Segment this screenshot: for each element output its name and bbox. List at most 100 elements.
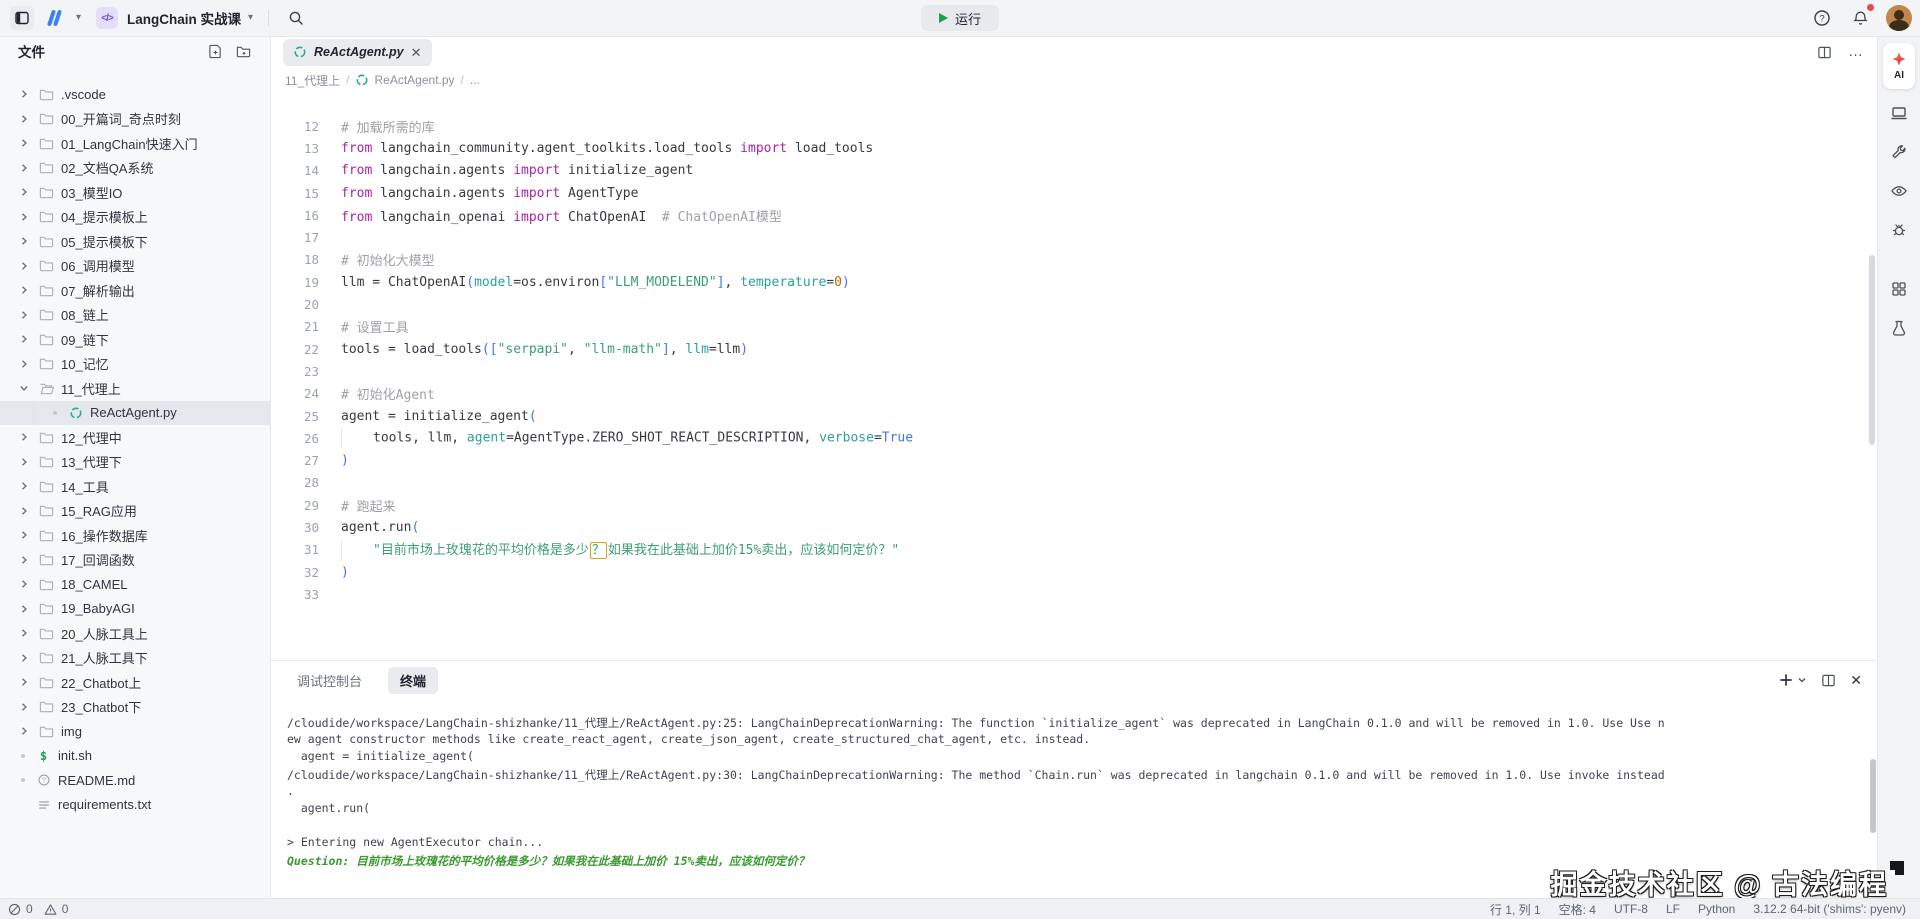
chevron-right-icon[interactable] <box>16 579 32 589</box>
tree-file-README.md[interactable]: ?README.md <box>0 768 270 793</box>
chevron-right-icon[interactable] <box>16 506 32 516</box>
wrench-icon[interactable] <box>1884 137 1914 167</box>
tree-folder-18_CAMEL[interactable]: 18_CAMEL <box>0 572 270 597</box>
user-avatar[interactable] <box>1886 5 1912 31</box>
breadcrumb-item[interactable]: 11_代理上 <box>285 72 340 89</box>
tree-folder-11_代理上[interactable]: 11_代理上 <box>0 376 270 401</box>
toggle-sidebar-button[interactable] <box>10 6 34 30</box>
tree-folder-08_链上[interactable]: 08_链上 <box>0 303 270 328</box>
editor-scrollbar[interactable] <box>1869 255 1875 445</box>
tab-terminal[interactable]: 终端 <box>388 667 438 694</box>
ai-assistant-button[interactable]: AI <box>1883 43 1915 89</box>
more-actions-icon[interactable]: … <box>1848 49 1864 55</box>
code-line-32[interactable]: 32) <box>271 561 1878 583</box>
help-button[interactable]: ? <box>1810 6 1834 30</box>
new-folder-icon[interactable] <box>234 42 252 60</box>
chevron-right-icon[interactable] <box>16 702 32 712</box>
global-search-button[interactable] <box>284 6 308 30</box>
project-switcher[interactable]: </> LangChain 实战课 ▾ <box>96 7 253 29</box>
terminal-scrollbar[interactable] <box>1870 759 1876 833</box>
chevron-right-icon[interactable] <box>16 187 32 197</box>
code-line-16[interactable]: 16from langchain_openai import ChatOpenA… <box>271 204 1878 226</box>
chevron-right-icon[interactable] <box>16 261 32 271</box>
code-editor[interactable]: 12# 加载所需的库13from langchain_community.age… <box>271 92 1878 659</box>
tree-folder-22_Chatbot上[interactable]: 22_Chatbot上 <box>0 670 270 695</box>
code-line-29[interactable]: 29# 跑起来 <box>271 494 1878 516</box>
marscode-logo-menu[interactable] <box>43 6 67 30</box>
tree-file-ReActAgent.py[interactable]: ReActAgent.py <box>0 401 270 426</box>
tree-folder-02_文档QA系统[interactable]: 02_文档QA系统 <box>0 156 270 181</box>
chevron-right-icon[interactable] <box>16 285 32 295</box>
chevron-right-icon[interactable] <box>16 481 32 491</box>
bug-icon[interactable] <box>1884 215 1914 245</box>
chevron-right-icon[interactable] <box>16 726 32 736</box>
code-line-26[interactable]: 26 tools, llm, agent=AgentType.ZERO_SHOT… <box>271 427 1878 449</box>
split-panel-icon[interactable] <box>1821 673 1836 688</box>
status-item[interactable]: UTF-8 <box>1614 902 1648 916</box>
code-line-21[interactable]: 21# 设置工具 <box>271 316 1878 338</box>
new-file-icon[interactable] <box>206 42 224 60</box>
chevron-right-icon[interactable] <box>16 530 32 540</box>
problems-indicator[interactable]: 00 <box>0 902 74 916</box>
status-item[interactable]: 行 1, 列 1 <box>1490 901 1541 918</box>
chevron-right-icon[interactable] <box>16 359 32 369</box>
code-line-28[interactable]: 28 <box>271 472 1878 494</box>
code-line-33[interactable]: 33 <box>271 583 1878 605</box>
code-line-23[interactable]: 23 <box>271 360 1878 382</box>
tree-folder-img[interactable]: img <box>0 719 270 744</box>
grid-icon[interactable] <box>1884 274 1914 304</box>
run-button[interactable]: 运行 <box>921 5 999 31</box>
tree-folder-17_回调函数[interactable]: 17_回调函数 <box>0 548 270 573</box>
chevron-right-icon[interactable] <box>16 114 32 124</box>
tree-folder-07_解析输出[interactable]: 07_解析输出 <box>0 278 270 303</box>
chevron-down-icon[interactable] <box>16 383 32 393</box>
close-panel-icon[interactable]: ✕ <box>1850 672 1862 689</box>
chevron-right-icon[interactable] <box>16 334 32 344</box>
tree-file-init.sh[interactable]: $init.sh <box>0 744 270 769</box>
code-line-27[interactable]: 27) <box>271 449 1878 471</box>
code-line-24[interactable]: 24# 初始化Agent <box>271 383 1878 405</box>
tree-folder-00_开篇词_奇点时刻[interactable]: 00_开篇词_奇点时刻 <box>0 107 270 132</box>
chevron-right-icon[interactable] <box>16 653 32 663</box>
tree-folder-04_提示模板上[interactable]: 04_提示模板上 <box>0 205 270 230</box>
chevron-right-icon[interactable] <box>16 457 32 467</box>
breadcrumb-item[interactable]: ReActAgent.py <box>355 73 454 87</box>
status-item[interactable]: 空格: 4 <box>1559 901 1596 918</box>
code-line-31[interactable]: 31 "目前市场上玫瑰花的平均价格是多少？如果我在此基础上加价15%卖出，应该如… <box>271 539 1878 561</box>
tree-folder-19_BabyAGI[interactable]: 19_BabyAGI <box>0 597 270 622</box>
chevron-right-icon[interactable] <box>16 604 32 614</box>
code-line-22[interactable]: 22tools = load_tools(["serpapi", "llm-ma… <box>271 338 1878 360</box>
chevron-right-icon[interactable] <box>16 212 32 222</box>
code-line-15[interactable]: 15from langchain.agents import AgentType <box>271 182 1878 204</box>
tree-folder-05_提示模板下[interactable]: 05_提示模板下 <box>0 229 270 254</box>
tree-folder-12_代理中[interactable]: 12_代理中 <box>0 425 270 450</box>
tree-folder-09_链下[interactable]: 09_链下 <box>0 327 270 352</box>
tab-debug-console[interactable]: 调试控制台 <box>285 667 374 694</box>
split-editor-icon[interactable] <box>1817 45 1832 60</box>
code-line-25[interactable]: 25agent = initialize_agent( <box>271 405 1878 427</box>
tree-folder-20_人脉工具上[interactable]: 20_人脉工具上 <box>0 621 270 646</box>
tree-folder-.vscode[interactable]: .vscode <box>0 82 270 107</box>
terminal-dropdown-icon[interactable] <box>1797 675 1807 685</box>
status-item[interactable]: 3.12.2 64-bit ('shims': pyenv) <box>1753 902 1906 916</box>
flask-icon[interactable] <box>1884 313 1914 343</box>
screen-icon[interactable] <box>1884 98 1914 128</box>
tree-folder-15_RAG应用[interactable]: 15_RAG应用 <box>0 499 270 524</box>
breadcrumb-item[interactable]: ... <box>470 73 480 87</box>
tree-folder-14_工具[interactable]: 14_工具 <box>0 474 270 499</box>
close-tab-icon[interactable]: ✕ <box>411 46 422 59</box>
code-line-17[interactable]: 17 <box>271 226 1878 248</box>
notifications-button[interactable] <box>1848 6 1872 30</box>
chevron-right-icon[interactable] <box>16 310 32 320</box>
tree-folder-01_LangChain快速入门[interactable]: 01_LangChain快速入门 <box>0 131 270 156</box>
code-line-14[interactable]: 14from langchain.agents import initializ… <box>271 160 1878 182</box>
status-item[interactable]: LF <box>1666 902 1680 916</box>
new-terminal-icon[interactable] <box>1779 673 1793 687</box>
tree-folder-03_模型IO[interactable]: 03_模型IO <box>0 180 270 205</box>
chevron-right-icon[interactable] <box>16 163 32 173</box>
chevron-down-icon[interactable]: ▾ <box>76 13 81 23</box>
chevron-right-icon[interactable] <box>16 677 32 687</box>
tab-reactagent-py[interactable]: ReActAgent.py ✕ <box>283 39 432 66</box>
code-line-30[interactable]: 30agent.run( <box>271 516 1878 538</box>
chevron-right-icon[interactable] <box>16 432 32 442</box>
